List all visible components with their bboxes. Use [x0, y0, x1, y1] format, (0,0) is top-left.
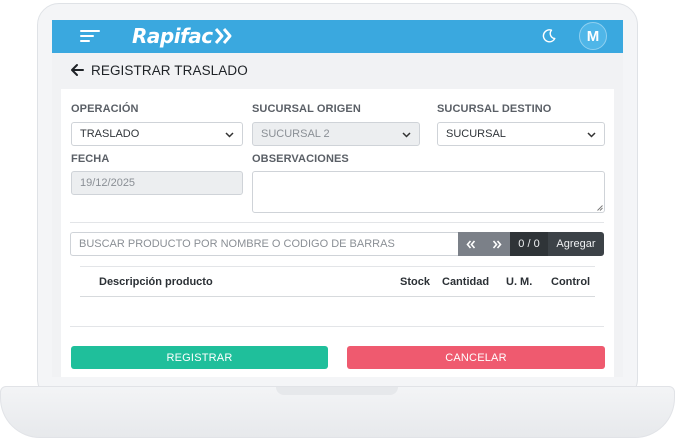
column-header-um: U. M.	[506, 276, 533, 288]
register-button[interactable]: REGISTRAR	[71, 346, 328, 369]
arrow-left-icon[interactable]	[70, 63, 84, 77]
brand-logo: Rapifac	[132, 24, 234, 48]
avatar[interactable]: M	[579, 22, 607, 50]
double-chevron-left-icon	[466, 239, 476, 249]
prev-page-button[interactable]	[458, 232, 484, 256]
table-top-divider	[80, 266, 595, 267]
cancel-button[interactable]: CANCELAR	[347, 346, 605, 369]
column-header-stock: Stock	[400, 276, 430, 288]
double-chevron-right-icon	[492, 239, 502, 249]
page-header: REGISTRAR TRASLADO	[52, 53, 623, 87]
operacion-value: TRASLADO	[80, 128, 140, 140]
column-header-control: Control	[551, 276, 591, 288]
column-header-descripcion: Descripción producto	[99, 276, 213, 288]
fecha-value: 19/12/2025	[80, 177, 136, 189]
chevron-down-icon	[587, 132, 596, 138]
table-header-divider	[80, 296, 595, 297]
sucursal-destino-label: SUCURSAL DESTINO	[437, 103, 552, 115]
column-header-cantidad: Cantidad	[442, 276, 490, 288]
operacion-select[interactable]: TRASLADO	[71, 122, 243, 146]
sucursal-origen-select: SUCURSAL 2	[252, 122, 420, 146]
double-chevron-logo-icon	[214, 28, 232, 44]
resize-handle-icon[interactable]	[597, 205, 603, 211]
observaciones-textarea[interactable]	[252, 171, 605, 213]
page-title: REGISTRAR TRASLADO	[91, 62, 248, 78]
sucursal-destino-value: SUCURSAL	[446, 128, 506, 140]
sucursal-origen-label: SUCURSAL ORIGEN	[252, 103, 361, 115]
avatar-initial: M	[586, 27, 600, 45]
sucursal-origen-value: SUCURSAL 2	[261, 128, 330, 140]
section-divider	[70, 222, 604, 223]
fecha-field: 19/12/2025	[71, 171, 243, 195]
form-card: OPERACIÓN SUCURSAL ORIGEN SUCURSAL DESTI…	[61, 89, 614, 377]
fecha-label: FECHA	[71, 153, 110, 165]
app-screen: Rapifac M REGISTRAR TRASLADO OPERACIÓN S…	[52, 20, 623, 377]
next-page-button[interactable]	[484, 232, 510, 256]
hamburger-icon[interactable]	[80, 29, 100, 43]
section-divider-bottom	[70, 326, 604, 327]
brand-name: Rapifac	[132, 24, 213, 48]
laptop-notch	[276, 387, 398, 395]
chevron-down-icon	[225, 132, 234, 138]
results-counter: 0 / 0	[510, 232, 548, 256]
search-placeholder: BUSCAR PRODUCTO POR NOMBRE O CODIGO DE B…	[79, 238, 395, 250]
top-bar: Rapifac M	[52, 20, 623, 53]
moon-icon[interactable]	[541, 28, 557, 44]
chevron-down-icon	[402, 132, 411, 138]
product-search-input[interactable]: BUSCAR PRODUCTO POR NOMBRE O CODIGO DE B…	[70, 232, 458, 256]
sucursal-destino-select[interactable]: SUCURSAL	[437, 122, 605, 146]
observaciones-label: OBSERVACIONES	[252, 153, 349, 165]
agregar-button[interactable]: Agregar	[548, 232, 604, 256]
operacion-label: OPERACIÓN	[71, 103, 139, 115]
